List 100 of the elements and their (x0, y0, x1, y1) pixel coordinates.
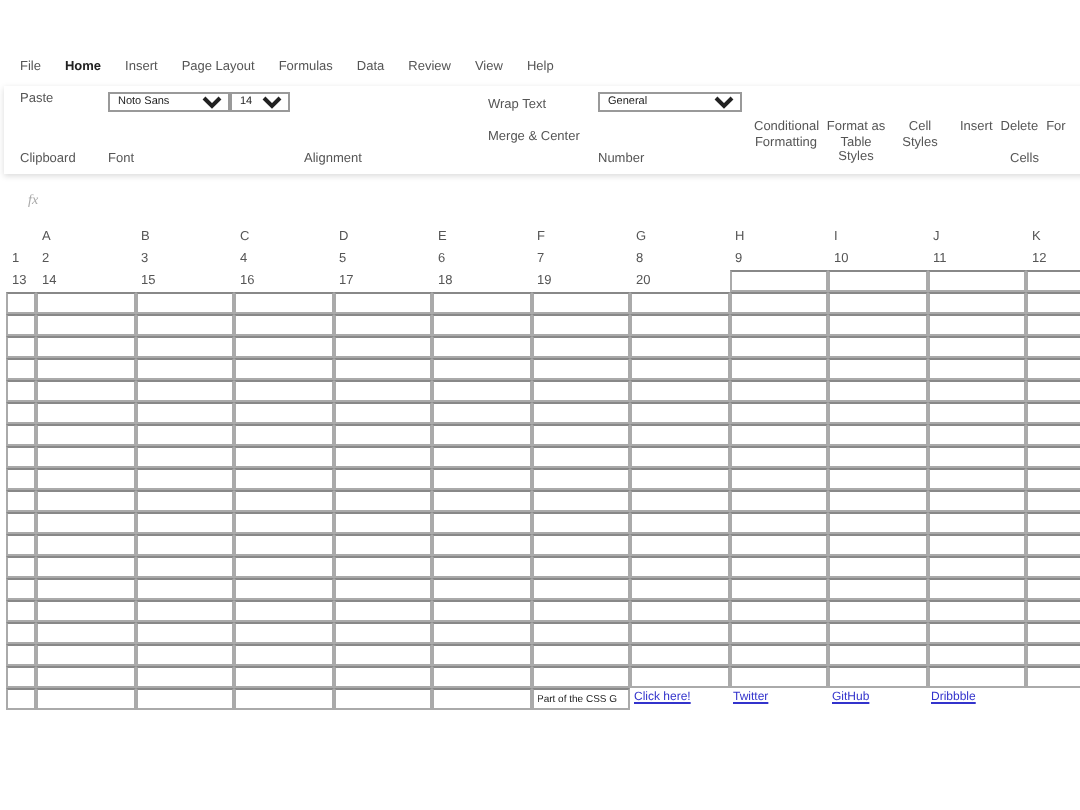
cell-input[interactable] (927, 358, 1026, 380)
cell-input[interactable] (729, 380, 828, 402)
cell-input[interactable] (234, 402, 333, 424)
cell-input[interactable] (135, 578, 234, 600)
cell-input[interactable] (531, 358, 630, 380)
cell-input[interactable] (729, 270, 828, 292)
cell-input[interactable] (333, 446, 432, 468)
cell-input[interactable] (135, 446, 234, 468)
cell-input[interactable] (333, 292, 432, 314)
cell-input[interactable] (432, 424, 531, 446)
cell-input[interactable] (927, 380, 1026, 402)
cell-input[interactable] (6, 512, 36, 534)
cell-input[interactable] (531, 490, 630, 512)
cell-input[interactable] (6, 490, 36, 512)
cell-input[interactable] (729, 336, 828, 358)
cell-input[interactable] (234, 512, 333, 534)
cell-input[interactable] (135, 600, 234, 622)
cell-input[interactable] (531, 644, 630, 666)
cell-input[interactable] (927, 534, 1026, 556)
cell-input[interactable] (927, 556, 1026, 578)
cell-input[interactable] (531, 424, 630, 446)
cell-input[interactable] (729, 556, 828, 578)
cell-input[interactable] (927, 490, 1026, 512)
cell-input[interactable] (135, 666, 234, 688)
cell-input[interactable] (729, 424, 828, 446)
cell-input[interactable] (36, 380, 135, 402)
cell-input[interactable] (432, 468, 531, 490)
cell-input[interactable] (531, 380, 630, 402)
cell-input[interactable] (234, 534, 333, 556)
cell-input[interactable] (729, 314, 828, 336)
cell-input[interactable] (234, 578, 333, 600)
cell-input[interactable] (630, 424, 729, 446)
cell-input[interactable] (630, 600, 729, 622)
cell-input[interactable] (828, 622, 927, 644)
cell-input[interactable] (927, 578, 1026, 600)
cell-input[interactable] (234, 446, 333, 468)
cell-input[interactable] (432, 578, 531, 600)
cell-input[interactable] (333, 578, 432, 600)
cell-input[interactable] (828, 490, 927, 512)
cell-input[interactable] (36, 644, 135, 666)
cell-input[interactable] (135, 490, 234, 512)
cell-input[interactable] (729, 468, 828, 490)
cell-input[interactable] (36, 666, 135, 688)
cell-input[interactable] (828, 468, 927, 490)
cell-input[interactable] (828, 402, 927, 424)
cell-input[interactable] (729, 644, 828, 666)
cell-input[interactable] (36, 490, 135, 512)
cell-input[interactable] (234, 490, 333, 512)
cell-input[interactable] (234, 600, 333, 622)
cell-input[interactable] (531, 446, 630, 468)
cell-input[interactable] (927, 424, 1026, 446)
cell-input[interactable] (432, 314, 531, 336)
cell-input[interactable] (828, 424, 927, 446)
cell-input[interactable] (927, 292, 1026, 314)
cell-input[interactable] (531, 600, 630, 622)
cell-input[interactable] (36, 556, 135, 578)
cell-input[interactable] (828, 446, 927, 468)
cell-input[interactable] (234, 644, 333, 666)
cell-input[interactable] (333, 402, 432, 424)
cell-input[interactable] (927, 468, 1026, 490)
cell-input[interactable] (630, 402, 729, 424)
cell-input[interactable] (432, 512, 531, 534)
cell-input[interactable] (333, 380, 432, 402)
cell-input[interactable] (135, 424, 234, 446)
cell-input[interactable] (531, 402, 630, 424)
cell-input[interactable] (333, 358, 432, 380)
cell-input[interactable] (927, 512, 1026, 534)
cell-input[interactable] (135, 292, 234, 314)
cell-input[interactable] (828, 270, 927, 292)
cell-input[interactable] (630, 446, 729, 468)
cell-input[interactable] (828, 292, 927, 314)
cell-input[interactable] (531, 556, 630, 578)
cell-input[interactable] (333, 534, 432, 556)
cell-input[interactable] (729, 622, 828, 644)
cell-input[interactable] (630, 512, 729, 534)
cell-input[interactable] (927, 314, 1026, 336)
cell-input[interactable] (135, 534, 234, 556)
cell-input[interactable] (333, 468, 432, 490)
cell-input[interactable] (135, 688, 234, 710)
cell-input[interactable] (36, 622, 135, 644)
cell-input[interactable] (36, 468, 135, 490)
cell-input[interactable] (927, 600, 1026, 622)
cell-input[interactable] (333, 424, 432, 446)
cell-input[interactable] (6, 292, 36, 314)
cell-input[interactable] (36, 314, 135, 336)
cell-input[interactable] (333, 512, 432, 534)
cell-input[interactable] (927, 270, 1026, 292)
cell-input[interactable] (432, 292, 531, 314)
cell-input[interactable] (729, 292, 828, 314)
cell-input[interactable] (927, 622, 1026, 644)
cell-input[interactable] (36, 424, 135, 446)
cell-input[interactable] (432, 336, 531, 358)
cell-input[interactable] (828, 600, 927, 622)
cell-input[interactable] (432, 490, 531, 512)
cell-input[interactable] (6, 578, 36, 600)
cell-input[interactable] (828, 556, 927, 578)
cell-input[interactable] (234, 468, 333, 490)
cell-input[interactable] (828, 512, 927, 534)
cell-input[interactable] (135, 622, 234, 644)
cell-input[interactable] (6, 644, 36, 666)
